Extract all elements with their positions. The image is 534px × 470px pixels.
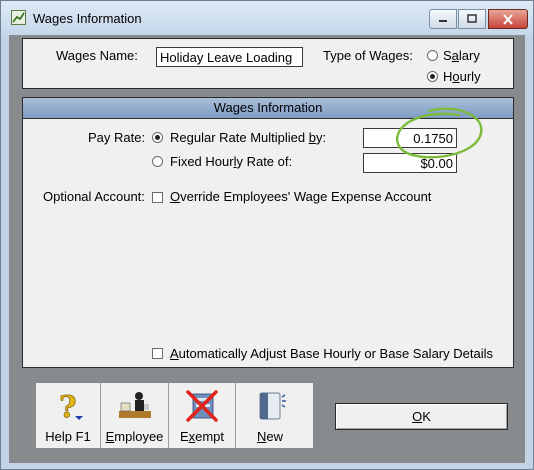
svg-text:?: ? — [59, 390, 77, 423]
minimize-button[interactable] — [429, 9, 457, 29]
ok-button[interactable]: OK — [335, 403, 508, 430]
maximize-icon — [467, 14, 477, 23]
help-button-label: Help F1 — [45, 429, 91, 444]
new-button-label: New — [256, 429, 283, 444]
ok-button-label: OK — [412, 409, 431, 424]
help-button[interactable]: ? Help F1 — [36, 383, 101, 448]
hourly-radio-label[interactable]: Hourly — [443, 69, 481, 84]
exempt-button-label: Exempt — [179, 429, 225, 444]
minimize-icon — [439, 20, 447, 22]
window-title: Wages Information — [33, 11, 142, 26]
override-account-label[interactable]: Override Employees' Wage Expense Account — [170, 189, 431, 204]
pay-rate-label: Pay Rate: — [88, 130, 146, 145]
help-question-icon: ? — [59, 390, 83, 423]
new-document-icon — [259, 392, 286, 420]
employee-button-label: Employee — [105, 429, 164, 444]
highlight-circle-annotation — [396, 107, 483, 159]
close-button[interactable] — [488, 9, 528, 29]
regular-rate-label[interactable]: Regular Rate Multiplied by: — [170, 130, 326, 145]
override-account-checkbox[interactable] — [152, 192, 163, 203]
wages-name-input[interactable]: Holiday Leave Loading — [156, 47, 303, 67]
maximize-button[interactable] — [458, 9, 486, 29]
regular-rate-radio[interactable] — [152, 132, 163, 143]
close-icon — [503, 13, 513, 25]
exempt-button[interactable]: Exempt — [169, 383, 236, 448]
fixed-rate-label[interactable]: Fixed Hourly Rate of: — [170, 154, 292, 169]
employee-icon — [118, 392, 151, 418]
title-bar[interactable]: Wages Information — [1, 1, 533, 35]
wages-name-label: Wages Name: — [56, 48, 138, 63]
auto-adjust-label[interactable]: Automatically Adjust Base Hourly or Base… — [170, 346, 493, 361]
exempt-icon — [186, 390, 218, 422]
hourly-radio[interactable] — [427, 71, 438, 82]
employee-button[interactable]: Employee — [101, 383, 169, 448]
salary-radio-label[interactable]: Salary — [443, 48, 480, 63]
type-of-wages-label: Type of Wages: — [323, 48, 413, 63]
wages-header-panel: Wages Name: Holiday Leave Loading Type o… — [22, 38, 514, 89]
auto-adjust-checkbox[interactable] — [152, 348, 163, 359]
new-button[interactable]: New — [236, 383, 304, 448]
fixed-rate-radio[interactable] — [152, 156, 163, 167]
optional-account-label: Optional Account: — [43, 189, 145, 204]
salary-radio[interactable] — [427, 50, 438, 61]
wages-information-window: Wages Information Wages Name: Holiday Le… — [0, 0, 534, 470]
action-toolbar: ? Help F1 Employee Exempt New — [35, 382, 314, 449]
app-icon — [11, 10, 26, 25]
